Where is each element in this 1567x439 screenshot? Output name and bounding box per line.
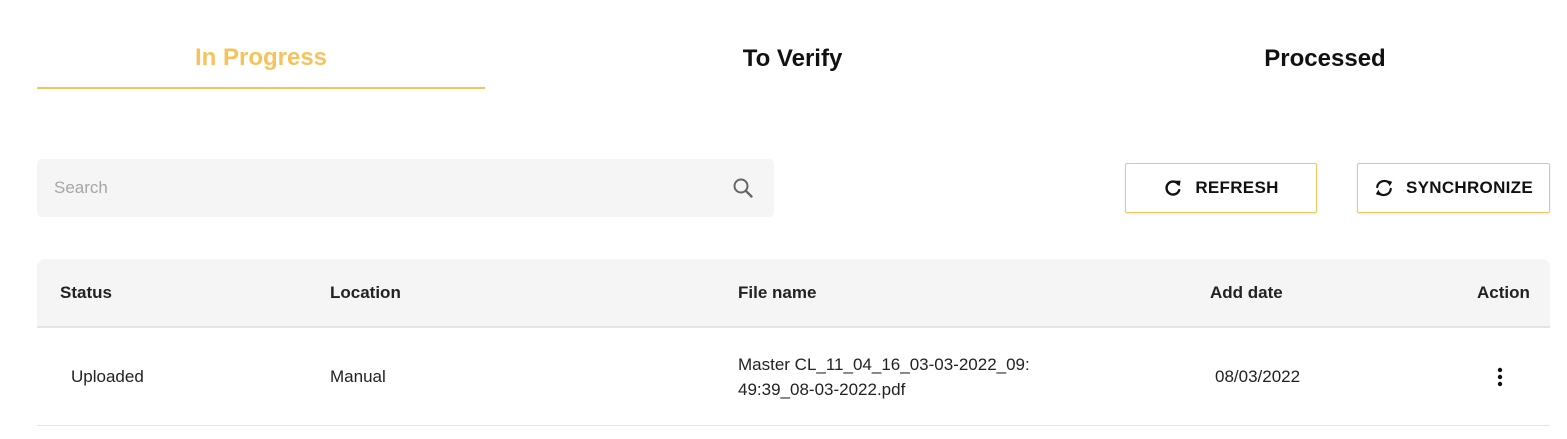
tab-to-verify[interactable]: To Verify (485, 28, 1100, 89)
search-box (37, 159, 774, 217)
cell-file-name: Master CL_11_04_16_03-03-2022_09:49:39_0… (738, 354, 1030, 399)
cell-location: Manual (330, 366, 386, 386)
tab-in-progress[interactable]: In Progress (37, 28, 485, 89)
cell-add-date: 08/03/2022 (1215, 366, 1301, 386)
tab-processed[interactable]: Processed (1100, 28, 1550, 89)
synchronize-label: SYNCHRONIZE (1405, 178, 1534, 197)
sync-icon (1374, 178, 1394, 198)
cell-status: Uploaded (71, 366, 144, 386)
column-header-file-name[interactable]: File name (738, 259, 816, 326)
row-actions-button[interactable] (1486, 328, 1514, 425)
refresh-icon (1163, 178, 1183, 198)
refresh-label: REFRESH (1195, 178, 1279, 197)
status-tabs: In Progress To Verify Processed (37, 28, 1550, 89)
more-vertical-icon (1497, 367, 1503, 387)
column-header-add-date[interactable]: Add date (1210, 259, 1283, 326)
column-header-status[interactable]: Status (60, 259, 112, 326)
table-header: Status Location File name Add date Actio… (37, 259, 1550, 328)
synchronize-button[interactable]: SYNCHRONIZE (1357, 163, 1550, 213)
table-row[interactable]: Uploaded Manual Master CL_11_04_16_03-03… (37, 328, 1550, 426)
column-header-action: Action (1477, 282, 1530, 302)
search-input[interactable] (37, 159, 717, 217)
column-header-location[interactable]: Location (330, 259, 401, 326)
search-icon[interactable] (731, 176, 755, 200)
documents-table: Status Location File name Add date Actio… (37, 259, 1550, 426)
refresh-button[interactable]: REFRESH (1125, 163, 1317, 213)
